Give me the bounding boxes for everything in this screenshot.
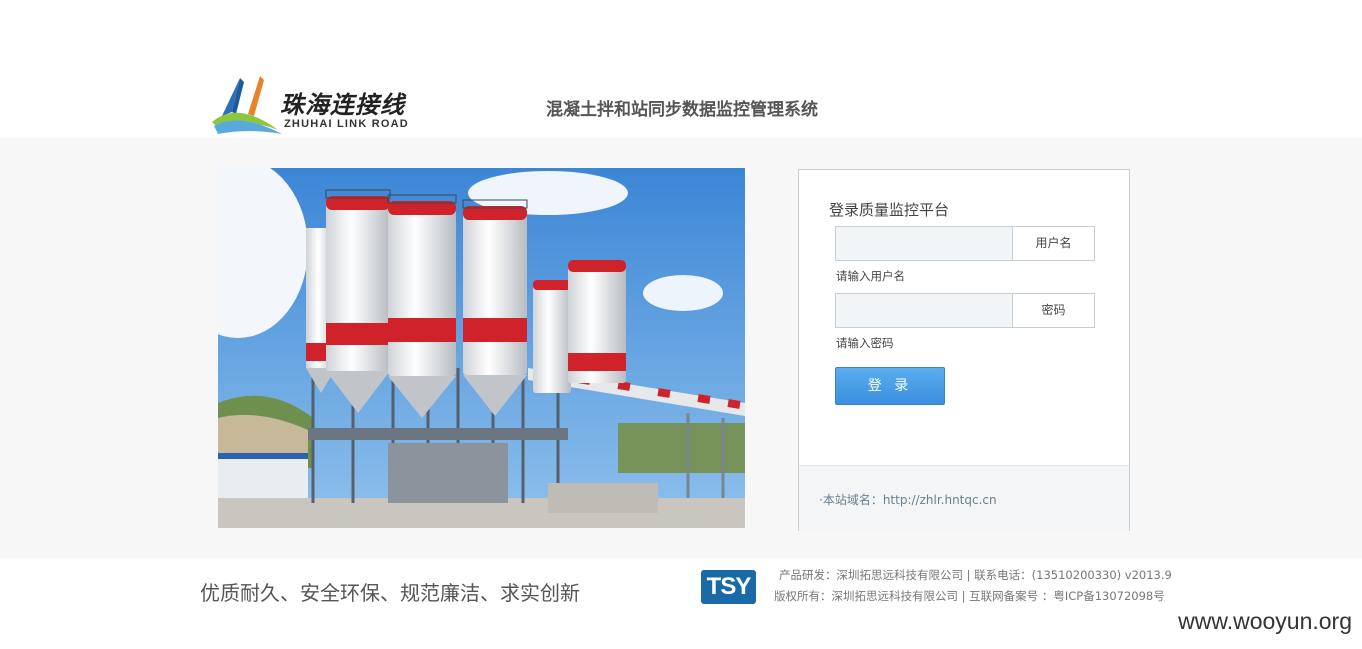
system-title: 混凝土拌和站同步数据监控管理系统 [546, 100, 818, 120]
tsy-logo: TSY [701, 570, 756, 604]
developer-info: 产品研发：深圳拓思远科技有限公司 | 联系电话：(13510200330) v2… [779, 568, 1172, 582]
username-field: 用户名 [835, 226, 1095, 261]
username-hint: 请输入用户名 [836, 269, 905, 283]
username-addon: 用户名 [1012, 227, 1094, 260]
logo-english-text: ZHUHAI LINK ROAD [284, 118, 409, 130]
batching-plant-photo [218, 168, 745, 528]
zhuhai-link-road-logo: 珠海连接线 ZHUHAI LINK ROAD [210, 72, 420, 138]
page-header: 珠海连接线 ZHUHAI LINK ROAD 混凝土拌和站同步数据监控管理系统 [0, 0, 1362, 138]
logo-mark-icon [212, 76, 282, 134]
watermark: www.wooyun.org [1178, 608, 1352, 634]
password-field: 密码 [835, 293, 1095, 328]
password-addon: 密码 [1012, 294, 1094, 327]
logo-chinese-text: 珠海连接线 [280, 90, 405, 119]
password-hint: 请输入密码 [836, 336, 894, 350]
site-domain: ·本站域名：http://zhlr.hntqc.cn [819, 493, 997, 507]
username-input[interactable] [836, 227, 1014, 260]
main-band: 登录质量监控平台 用户名 请输入用户名 密码 请输入密码 登 录 ·本站域名：h… [0, 138, 1362, 558]
login-panel-footer: ·本站域名：http://zhlr.hntqc.cn [799, 465, 1129, 531]
login-panel: 登录质量监控平台 用户名 请输入用户名 密码 请输入密码 登 录 ·本站域名：h… [798, 169, 1130, 531]
copyright-info: 版权所有：深圳拓思远科技有限公司 | 互联网备案号 ：粤ICP备13072098… [774, 589, 1165, 603]
slogan: 优质耐久、安全环保、规范廉洁、求实创新 [200, 581, 580, 605]
password-input[interactable] [836, 294, 1014, 327]
login-title: 登录质量监控平台 [829, 201, 950, 219]
login-button[interactable]: 登 录 [835, 367, 945, 405]
